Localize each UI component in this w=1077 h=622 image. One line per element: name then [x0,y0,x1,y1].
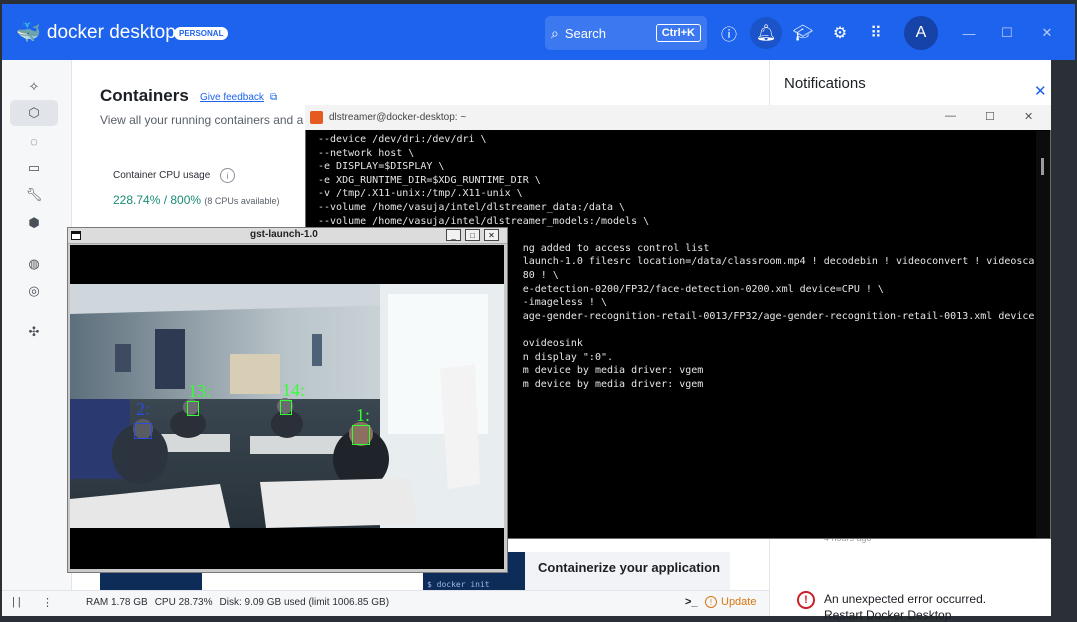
sidebar-item-extensions[interactable]: ✣ [10,319,58,345]
terminal-minimize-icon[interactable]: — [945,110,956,122]
window-menu-icon[interactable] [71,231,81,240]
minimize-icon[interactable]: — [957,21,981,45]
cpu-usage-label: Container CPU usage [113,170,211,181]
terminal-scrollbar[interactable] [1036,131,1050,538]
globe-icon: ◍ [28,256,40,271]
brand-name: docker desktop [46,21,176,43]
cpu-usage: CPU 28.73% [154,597,213,608]
give-feedback-link[interactable]: Give feedback [200,92,264,103]
detection-box [187,401,199,416]
help-icon[interactable]: ⓘ [717,21,741,45]
video-close-icon[interactable]: ✕ [484,229,499,241]
search-shortcut: Ctrl+K [655,24,701,42]
docker-logo[interactable]: 🐳 docker desktop [16,20,176,45]
scout-icon: ◎ [28,283,40,298]
close-icon[interactable]: ✕ [1035,21,1059,45]
page-title: Containers [100,86,189,105]
sidebar-item-builds[interactable]: 🔧︎ [10,182,58,208]
cpu-usage-value: 228.74% / 800% (8 CPUs available) [113,193,279,207]
detection-label: 1: [356,405,371,425]
ubuntu-icon [310,111,323,124]
wrench-icon: 🔧︎ [25,187,43,202]
container-icon: ⬡ [28,105,40,120]
promo-title: Containerize your application [538,560,721,575]
video-minimize-icon[interactable]: _ [446,229,461,241]
terminal-line: -v /tmp/.X11-unix:/tmp/.X11-unix \ [318,188,523,200]
terminal-title: dlstreamer@docker-desktop: ~ [329,112,467,123]
error-icon: ! [797,591,815,609]
sparkle-icon: ✧ [28,79,40,94]
search-icon: ⌕ [551,24,559,41]
gear-icon[interactable]: ⚙ [828,21,852,45]
resource-usage: RAM 1.78 GB CPU 28.73% Disk: 9.09 GB use… [86,597,389,608]
terminal-close-icon[interactable]: ✕ [1024,110,1033,123]
maximize-icon[interactable]: ☐ [995,21,1019,45]
terminal-line: -e XDG_RUNTIME_DIR=$XDG_RUNTIME_DIR \ [318,174,541,186]
volume-icon: ▭ [27,160,41,175]
more-icon[interactable]: ⋮ [42,596,53,609]
detection-label: 13: [188,381,212,401]
puzzle-icon: ✣ [28,324,40,339]
info-icon[interactable]: i [220,168,235,183]
detection-box [280,400,292,415]
cube-icon: ⬢ [28,215,40,230]
sidebar-item-hub[interactable]: ◍ [10,251,58,277]
sidebar-item-scout[interactable]: ◎ [10,278,58,304]
sidebar-toggle-icon[interactable]: | | [12,596,21,608]
terminal-line: --volume /home/vasuja/intel/dlstreamer_d… [318,201,626,213]
cpu-usage-number: 228.74% / 800% [113,193,202,207]
promo-code: $ docker init [427,580,490,589]
plan-badge: PERSONAL [174,27,229,40]
terminal-maximize-icon[interactable]: ☐ [985,110,995,123]
terminal-scroll-thumb[interactable] [1041,158,1044,175]
detection-label: 2: [136,399,151,419]
terminal-line: -e DISPLAY=$DISPLAY \ [318,161,445,173]
detection-box [352,425,370,445]
terminal-line: --network host \ [318,147,415,159]
cpu-usage-note: (8 CPUs available) [204,196,280,206]
error-title: An unexpected error occurred. [824,592,987,606]
sidebar-item-gordon[interactable]: ✧ [10,74,58,100]
promo-card-image [100,572,202,590]
detection-label: 14: [282,380,306,400]
sidebar-item-models[interactable]: ⬢ [10,210,58,236]
ram-usage: RAM 1.78 GB [86,597,148,608]
terminal-line: --device /dev/dri:/dev/dri \ [318,134,487,145]
image-icon: ◌ [30,133,38,149]
update-button[interactable]: ! Update [705,596,756,608]
avatar[interactable]: A [904,16,938,50]
update-icon: ! [705,596,717,608]
bell-icon: 🔔︎ [755,25,777,42]
close-notifications-icon[interactable]: ✕ [1034,82,1047,100]
notifications-title: Notifications [784,75,866,92]
page-subtitle: View all your running containers and a [100,113,304,127]
sidebar-item-images[interactable]: ◌ [10,128,58,154]
feedback-icon: ⧉ [270,92,278,103]
apps-grid-icon[interactable]: ⠿ [864,21,888,45]
terminal-button[interactable]: >_ [685,596,698,608]
disk-usage: Disk: 9.09 GB used (limit 1006.85 GB) [219,597,390,608]
update-label: Update [721,596,757,608]
search-button[interactable]: ⌕ Search Ctrl+K [545,16,707,50]
video-window-title: gst-launch-1.0 [250,229,318,240]
video-maximize-icon[interactable]: □ [465,229,480,241]
detection-box [134,423,152,439]
sidebar-item-containers[interactable]: ⬡ [10,100,58,126]
sidebar-item-volumes[interactable]: ▭ [10,155,58,181]
learning-center-icon[interactable]: 🎓︎ [791,21,815,45]
search-label: Search [564,25,607,41]
restart-link[interactable]: Restart Docker Desktop [824,608,951,622]
docker-whale-icon: 🐳 [16,22,41,44]
